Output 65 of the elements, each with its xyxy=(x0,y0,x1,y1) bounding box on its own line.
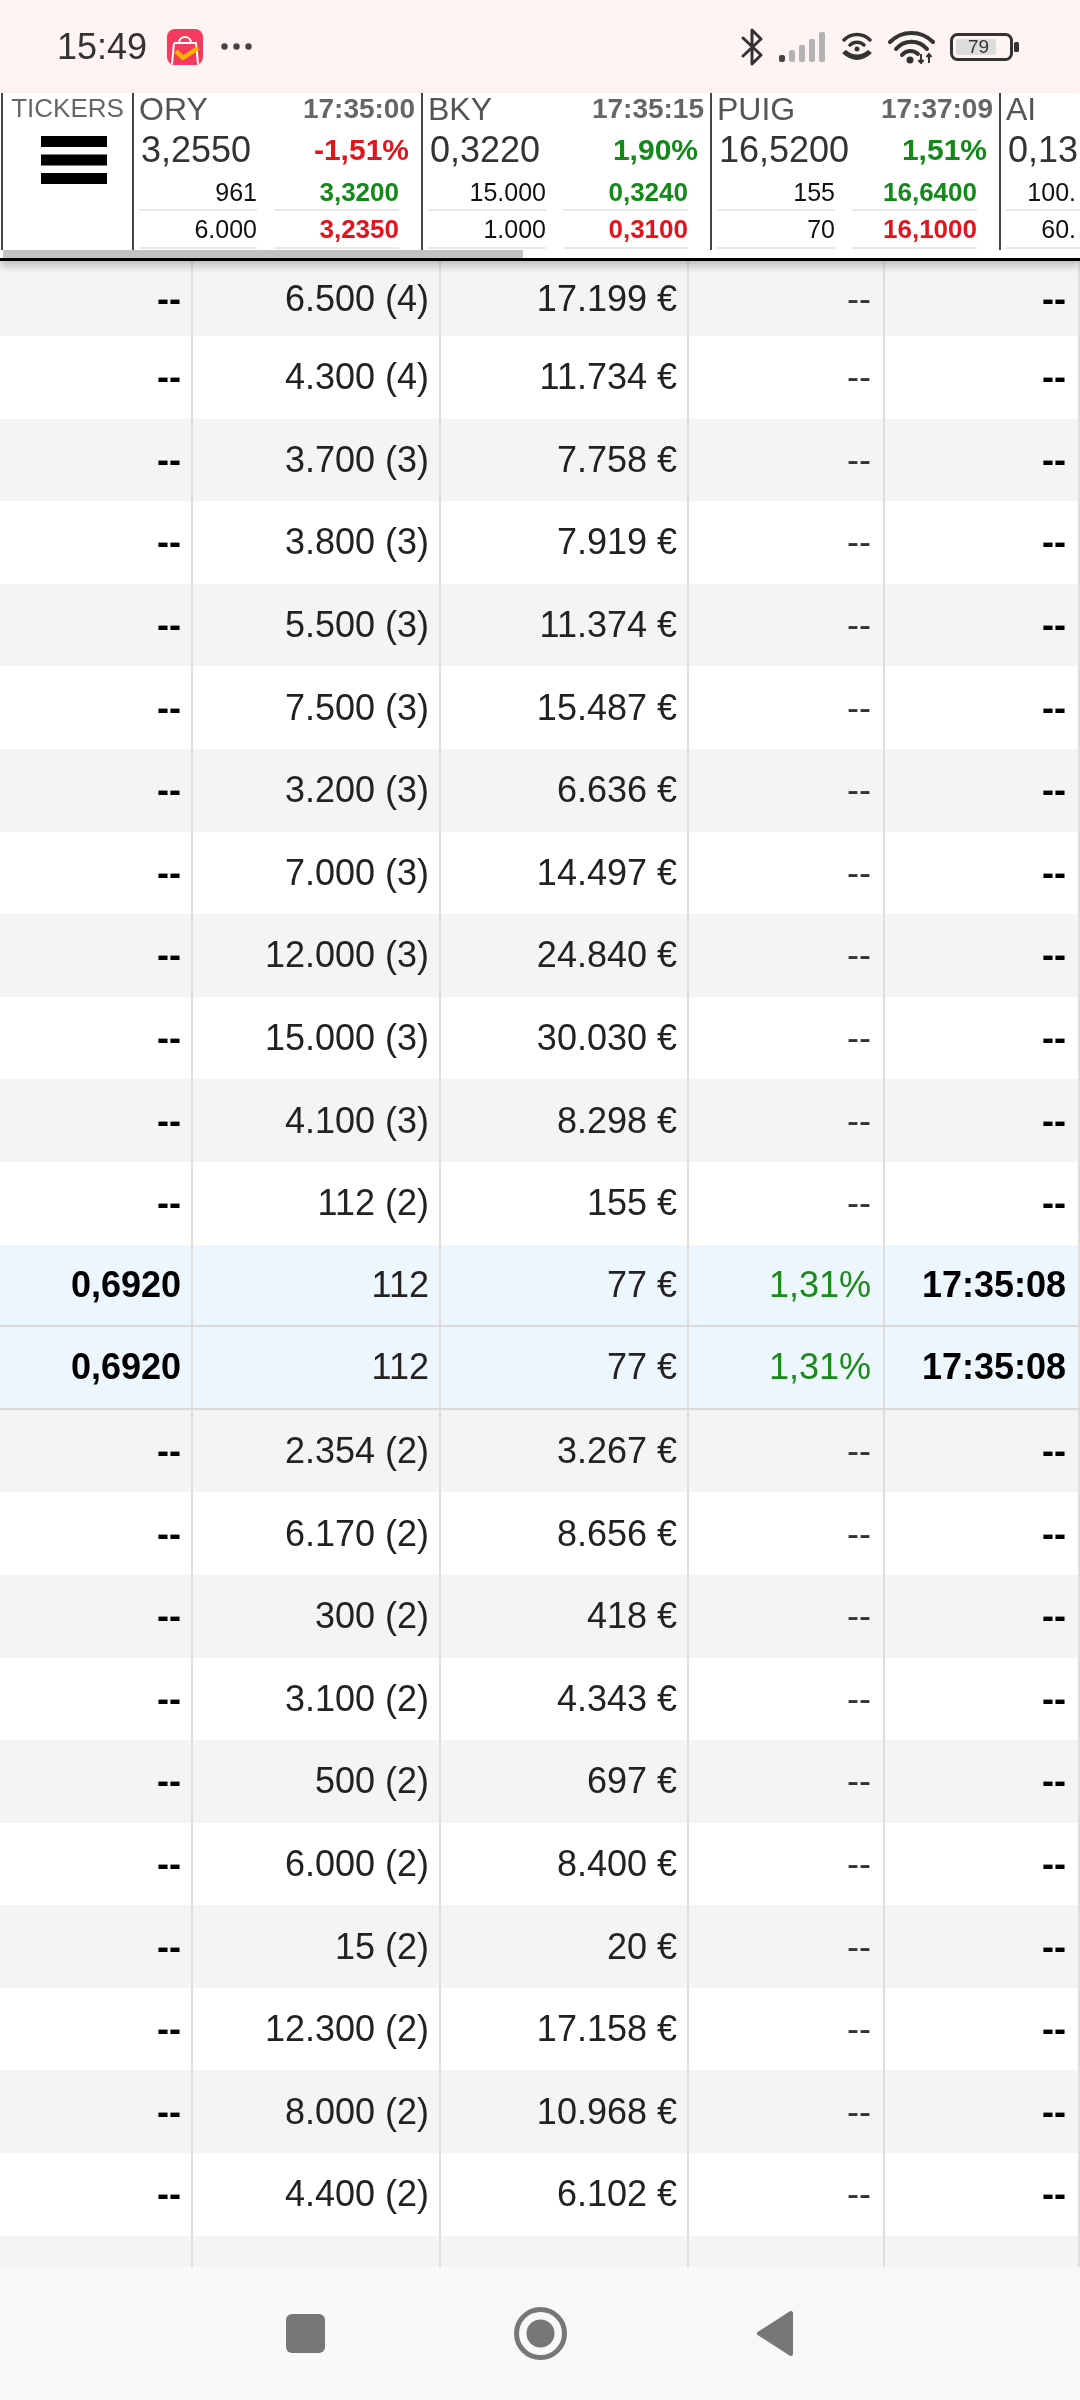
table-cell: 112 xyxy=(193,1244,441,1326)
table-row[interactable]: -- 15 (2) 20 € -- -- xyxy=(0,1905,1080,1988)
table-row[interactable]: -- 2.354 (2) 3.267 € -- -- xyxy=(0,1409,1080,1493)
ticker-value: 0,3240 xyxy=(563,175,688,211)
tickers-menu-button[interactable]: TICKERS xyxy=(1,93,134,250)
ticker-card[interactable]: AI 0,13 100. 60. xyxy=(1001,93,1080,250)
table-row[interactable]: -- 3.700 (3) 7.758 € -- -- xyxy=(0,418,1080,502)
ticker-time: 17:35:00 xyxy=(302,95,415,123)
ticker-size: 961 xyxy=(139,175,257,211)
table-row[interactable]: -- 5.500 (3) 11.374 € -- -- xyxy=(0,583,1080,667)
battery-icon xyxy=(950,32,1019,61)
ticker-value: 16,6400 xyxy=(852,175,977,211)
square-icon[interactable] xyxy=(286,2314,325,2353)
ticker-value: 0,3100 xyxy=(563,211,688,249)
table-row[interactable]: 0,6920 112 77 € 1,31% 17:35:08 xyxy=(0,1327,1080,1410)
ticker-time: 17:37:09 xyxy=(880,95,993,123)
ticker-change: 1,90% xyxy=(612,135,698,165)
table-cell: 17:35:08 xyxy=(885,1327,1080,1408)
table-row[interactable]: -- 3.200 (3) 6.636 € -- -- xyxy=(0,748,1080,832)
ticker-value: 16,1000 xyxy=(852,211,977,249)
table-cell: 1,31% xyxy=(689,1327,885,1408)
ticker-change: 1,51% xyxy=(901,135,987,165)
ticker-price: 3,2550 xyxy=(141,132,252,168)
table-row[interactable]: -- 300 (2) 418 € -- -- xyxy=(0,1574,1080,1658)
table-row[interactable]: -- 500 (2) 697 € -- -- xyxy=(0,1740,1080,1823)
ticker-size: 155 xyxy=(717,175,835,211)
table-cell: 1,31% xyxy=(689,1244,885,1326)
table-row[interactable]: -- 8.000 (2) 10.968 € -- -- xyxy=(0,2070,1080,2154)
battery-percentage: 79 xyxy=(968,36,990,57)
ticker-value: 3,3200 xyxy=(274,175,399,211)
ticker-price: 16,5200 xyxy=(719,132,850,168)
ticker-size: 100. xyxy=(1006,175,1080,211)
wifi-call-icon xyxy=(841,31,873,62)
ticker-symbol: BKY xyxy=(428,93,493,125)
bluetooth-icon xyxy=(740,27,764,66)
ticker-card[interactable]: PUIG 17:37:09 16,5200 1,51% 155 16,6400 70 16,1000 xyxy=(712,93,1001,250)
table-cell: 0,6920 xyxy=(0,1244,193,1326)
scrollbar-thumb[interactable] xyxy=(3,250,523,258)
signal-bars-icon xyxy=(779,31,826,62)
table-cell: 17:35:08 xyxy=(885,1244,1080,1326)
table-row[interactable]: -- 4.100 (3) 8.298 € -- -- xyxy=(0,1079,1080,1162)
table-row[interactable]: -- 12.000 (3) 24.840 € -- -- xyxy=(0,914,1080,997)
ticker-size: 70 xyxy=(717,211,835,249)
ticker-price: 0,3220 xyxy=(430,132,541,168)
status-time: 15:49 xyxy=(57,28,148,65)
ticker-size: 15.000 xyxy=(428,175,546,211)
ticker-symbol: ORY xyxy=(139,93,208,125)
ticker-change: -1,51% xyxy=(313,135,409,165)
back-icon[interactable] xyxy=(756,2310,794,2357)
table-cell: 0,6920 xyxy=(0,1327,193,1408)
table-cell: 77 € xyxy=(441,1327,689,1408)
table-cell: 77 € xyxy=(441,1244,689,1326)
home-icon[interactable] xyxy=(514,2307,567,2360)
more-dots-icon xyxy=(221,43,253,50)
menu-icon xyxy=(40,136,107,184)
table-cell: 112 xyxy=(193,1327,441,1408)
table-row[interactable]: -- 6.500 (4) 17.199 € -- -- xyxy=(0,261,1080,336)
ticker-size: 60. xyxy=(1006,211,1080,249)
ticker-price: 0,13 xyxy=(1008,132,1079,168)
ticker-symbol: AI xyxy=(1006,93,1037,125)
ticker-time: 17:35:15 xyxy=(591,95,704,123)
wifi-icon xyxy=(888,29,935,64)
shopping-bag-icon xyxy=(167,28,204,65)
ticker-symbol: PUIG xyxy=(717,93,796,125)
table-row[interactable]: 0,6920 112 77 € 1,31% 17:35:08 xyxy=(0,1244,1080,1328)
